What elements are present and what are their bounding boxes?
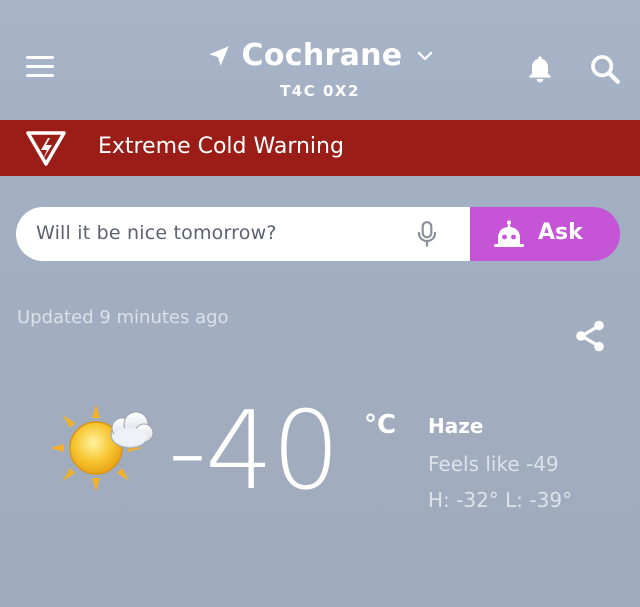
temperature-unit: °C [364, 410, 397, 440]
location-selector[interactable]: Cochrane [206, 38, 435, 73]
weather-alert-banner[interactable]: Extreme Cold Warning [0, 120, 640, 176]
share-icon[interactable] [572, 318, 608, 354]
ask-button[interactable]: Ask [470, 207, 620, 261]
current-temperature: -40 [168, 389, 340, 514]
last-updated-text: Updated 9 minutes ago [17, 307, 229, 328]
search-icon[interactable] [588, 52, 622, 86]
alert-label: Extreme Cold Warning [98, 134, 344, 159]
bell-icon[interactable] [524, 52, 556, 86]
ask-button-label: Ask [538, 220, 583, 245]
ask-bar: Will it be nice tomorrow? Ask [16, 207, 620, 261]
warning-triangle-icon [26, 131, 66, 166]
city-name: Cochrane [241, 38, 403, 73]
robot-icon [494, 220, 524, 247]
sun-with-cloud-icon [50, 404, 154, 492]
feels-like-text: Feels like -49 [428, 452, 559, 476]
top-app-bar: Cochrane T4C 0X2 [0, 0, 640, 118]
high-low-text: H: -32° L: -39° [428, 488, 573, 512]
condition-label: Haze [428, 414, 484, 438]
ask-placeholder: Will it be nice tomorrow? [36, 222, 277, 244]
ask-input[interactable]: Will it be nice tomorrow? [16, 207, 470, 261]
location-arrow-icon [208, 45, 229, 66]
chevron-down-icon [418, 51, 433, 60]
microphone-icon[interactable] [414, 220, 440, 248]
